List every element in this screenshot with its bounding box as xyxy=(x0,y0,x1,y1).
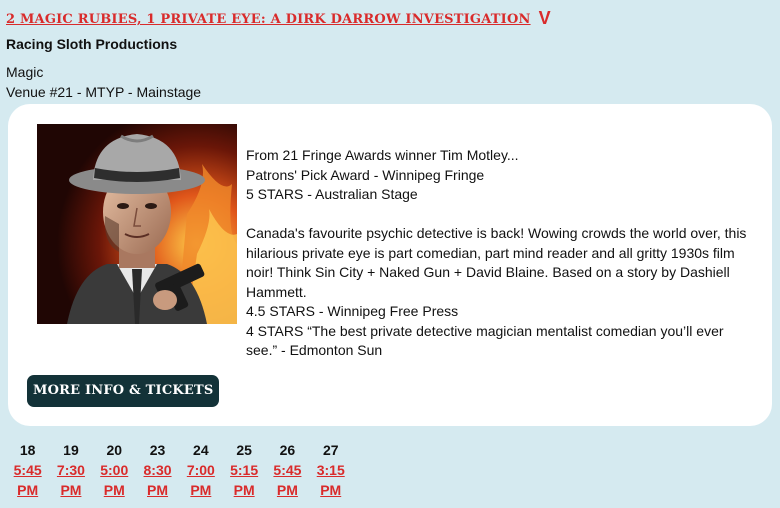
showtime-ampm-link[interactable]: PM xyxy=(136,480,179,500)
show-title-link[interactable]: 2 MAGIC RUBIES, 1 PRIVATE EYE: A DIRK DA… xyxy=(6,12,531,27)
showtime-ampm-link[interactable]: PM xyxy=(266,480,309,500)
showtime-ampm-link[interactable]: PM xyxy=(49,480,92,500)
showtime-day: 25 xyxy=(236,442,252,458)
show-description: From 21 Fringe Awards winner Tim Motley.… xyxy=(26,146,756,361)
showtime-time-link[interactable]: 5:15 xyxy=(222,460,265,480)
company-name: Racing Sloth Productions xyxy=(6,36,178,52)
showtime-ampm-link[interactable]: PM xyxy=(93,480,136,500)
showtime-ampm-link[interactable]: PM xyxy=(222,480,265,500)
showtime: 19 7:30 PM xyxy=(49,440,92,500)
showtime-day: 26 xyxy=(279,442,296,458)
showtime: 27 3:15 PM xyxy=(309,440,352,500)
showtime-day: 20 xyxy=(106,442,123,458)
more-info-tickets-button[interactable]: MORE INFO & TICKETS xyxy=(27,375,220,407)
showtime: 25 5:15 PM xyxy=(222,440,265,500)
showtime-ampm-link[interactable]: PM xyxy=(309,480,352,500)
showtime-day: 23 xyxy=(149,442,166,458)
chevron-down-icon[interactable]: V xyxy=(539,8,551,29)
venue-label: Venue #21 - MTYP - Mainstage xyxy=(6,84,202,100)
showtime-time-link[interactable]: 8:30 xyxy=(136,460,179,480)
show-title-row: 2 MAGIC RUBIES, 1 PRIVATE EYE: A DIRK DA… xyxy=(6,8,551,29)
showtime-time-link[interactable]: 5:45 xyxy=(266,460,309,480)
showtime-day: 27 xyxy=(322,442,339,458)
showtime-ampm-link[interactable]: PM xyxy=(179,480,222,500)
showtime-time-link[interactable]: 3:15 xyxy=(309,460,352,480)
showtime-time-link[interactable]: 7:30 xyxy=(49,460,92,480)
showtime: 24 7:00 PM xyxy=(179,440,222,500)
showtime: 20 5:00 PM xyxy=(93,440,136,500)
showtime-time-link[interactable]: 5:45 xyxy=(6,460,49,480)
showtime-ampm-link[interactable]: PM xyxy=(6,480,49,500)
showtime-day: 18 xyxy=(19,442,36,458)
genre-label: Magic xyxy=(6,64,44,80)
showtimes-row: 18 5:45 PM 19 7:30 PM 20 5:00 PM 23 8:30… xyxy=(6,440,352,500)
showtime-day: 24 xyxy=(193,442,209,458)
show-card: From 21 Fringe Awards winner Tim Motley.… xyxy=(8,104,772,426)
showtime: 26 5:45 PM xyxy=(266,440,309,500)
showtime: 23 8:30 PM xyxy=(136,440,179,500)
showtime-time-link[interactable]: 5:00 xyxy=(93,460,136,480)
showtime-time-link[interactable]: 7:00 xyxy=(179,460,222,480)
showtime: 18 5:45 PM xyxy=(6,440,49,500)
showtime-day: 19 xyxy=(63,442,79,458)
